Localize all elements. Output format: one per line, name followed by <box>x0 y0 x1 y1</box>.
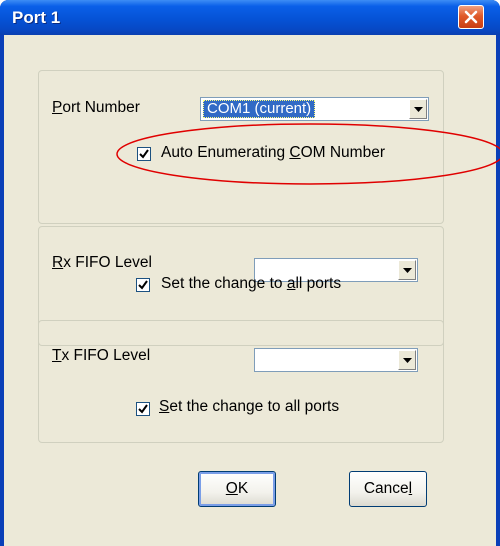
auto-enumerating-checkbox[interactable] <box>137 147 151 161</box>
rx-apply-all-checkbox[interactable] <box>136 278 150 292</box>
port-number-label: Port Number <box>52 99 140 116</box>
tx-fifo-dropdown-button[interactable] <box>398 350 416 370</box>
tx-fifo-level-label: Tx FIFO Level <box>52 347 151 364</box>
port-number-combo[interactable]: COM1 (current) <box>200 97 429 121</box>
chevron-down-icon <box>403 358 412 363</box>
port-number-dropdown-button[interactable] <box>409 99 427 119</box>
checkmark-icon <box>139 149 149 159</box>
tx-fifo-level-value <box>257 351 265 369</box>
cancel-button[interactable]: Cancel <box>349 471 427 507</box>
checkmark-icon <box>138 280 148 290</box>
close-button[interactable] <box>458 5 484 29</box>
title-bar[interactable]: Port 1 <box>0 0 500 35</box>
port-number-value: COM1 (current) <box>203 100 316 118</box>
tx-fifo-level-combo[interactable] <box>254 348 418 372</box>
rx-fifo-level-label: Rx FIFO Level <box>52 254 152 271</box>
rx-apply-all-label[interactable]: Set the change to all ports <box>161 275 341 293</box>
dialog-body: Port Number COM1 (current) Auto Enumerat… <box>4 35 496 546</box>
chevron-down-icon <box>403 268 412 273</box>
window-title: Port 1 <box>12 8 61 27</box>
tx-fifo-group <box>38 320 444 443</box>
tx-apply-all-label[interactable]: Set the change to all ports <box>159 398 339 416</box>
chevron-down-icon <box>414 107 423 112</box>
tx-apply-all-checkbox[interactable] <box>136 402 150 416</box>
auto-enumerating-label[interactable]: Auto Enumerating COM Number <box>161 144 385 162</box>
close-x-icon <box>464 10 478 24</box>
port-dialog: Port 1 Port Number COM1 (current) Auto E… <box>0 0 500 546</box>
rx-fifo-dropdown-button[interactable] <box>398 260 416 280</box>
checkmark-icon <box>138 404 148 414</box>
ok-button[interactable]: OK <box>198 471 276 507</box>
